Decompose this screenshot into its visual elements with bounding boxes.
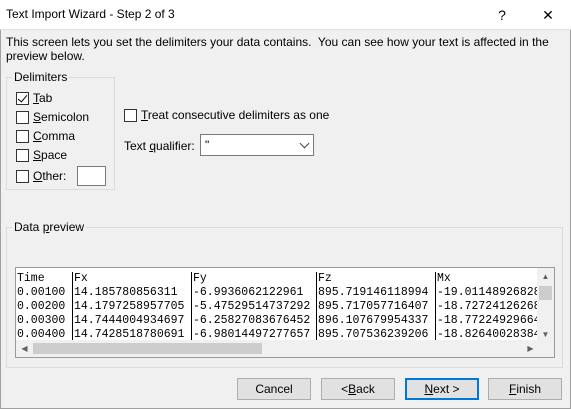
scroll-left-icon[interactable]: ◀ bbox=[16, 340, 33, 357]
preview-cell: 14.1797258957705 bbox=[72, 300, 191, 314]
preview-cell: -6.25827083676452 bbox=[191, 314, 316, 328]
space-checkbox-box[interactable] bbox=[16, 148, 29, 162]
comma-label: Comma bbox=[33, 129, 76, 143]
preview-column-header[interactable]: Time bbox=[16, 272, 72, 286]
preview-cell: 0.00200 bbox=[17, 300, 66, 313]
next-button[interactable]: Next > bbox=[405, 378, 479, 400]
preview-cell: 0.00100 bbox=[17, 286, 66, 299]
preview-cell: -18.72724126268 bbox=[435, 300, 545, 314]
preview-cell: -19.01148926828 bbox=[435, 286, 545, 300]
semicolon-checkbox[interactable]: Semicolon bbox=[16, 110, 89, 124]
space-label: Space bbox=[33, 148, 68, 162]
tab-checkbox-box[interactable] bbox=[16, 91, 29, 105]
preview-cell: 14.7444004934697 bbox=[72, 314, 191, 328]
preview-cell: 895.719146118994 bbox=[316, 286, 435, 300]
preview-cell: 14.185780856311 bbox=[72, 286, 191, 300]
text-qualifier-select[interactable]: " bbox=[200, 134, 314, 156]
text-qualifier-value: " bbox=[205, 138, 210, 152]
cancel-button[interactable]: Cancel bbox=[237, 378, 311, 400]
help-button[interactable]: ? bbox=[479, 0, 525, 30]
window-title: Text Import Wizard - Step 2 of 3 bbox=[6, 7, 175, 21]
back-button[interactable]: < Back bbox=[321, 378, 395, 400]
title-bar: Text Import Wizard - Step 2 of 3 ? ✕ bbox=[0, 0, 571, 30]
vertical-scrollbar[interactable]: ▲ ▼ bbox=[537, 268, 554, 343]
finish-button[interactable]: Finish bbox=[488, 378, 562, 400]
preview-cell: 895.717057716407 bbox=[316, 300, 435, 314]
tab-checkbox[interactable]: Tab bbox=[16, 91, 52, 105]
intro-text: This screen lets you set the delimiters … bbox=[6, 35, 553, 63]
tab-label: Tab bbox=[33, 91, 53, 105]
horizontal-scrollbar[interactable]: ◀ ▶ bbox=[16, 340, 554, 357]
scroll-up-icon[interactable]: ▲ bbox=[537, 268, 554, 285]
semicolon-label: Semicolon bbox=[33, 110, 90, 124]
close-button[interactable]: ✕ bbox=[525, 0, 571, 30]
comma-checkbox-box[interactable] bbox=[16, 129, 29, 143]
text-qualifier-label: Text qualifier: bbox=[124, 139, 195, 153]
data-preview-pane[interactable]: Time Fx Fy Fz Mx 0.00100 14.185780856311 -6.993… bbox=[15, 267, 555, 358]
other-label: Other: bbox=[33, 169, 67, 183]
chevron-down-icon[interactable] bbox=[296, 135, 313, 155]
data-preview-legend: Data preview bbox=[12, 220, 87, 234]
space-checkbox[interactable]: Space bbox=[16, 148, 67, 162]
preview-cell: -18.77224929664 bbox=[435, 314, 545, 328]
scrollbar-corner bbox=[539, 340, 554, 357]
consecutive-delimiters-label: Treat consecutive delimiters as one bbox=[141, 108, 330, 122]
comma-checkbox[interactable]: Comma bbox=[16, 129, 75, 143]
preview-cell: 896.107679954337 bbox=[316, 314, 435, 328]
horizontal-scroll-thumb[interactable] bbox=[33, 343, 262, 354]
preview-column-header[interactable]: Mx bbox=[435, 272, 545, 286]
other-checkbox-box[interactable] bbox=[16, 169, 29, 183]
preview-cell: 0.00300 bbox=[17, 314, 66, 327]
preview-column-header[interactable]: Fy bbox=[191, 272, 316, 286]
semicolon-checkbox-box[interactable] bbox=[16, 110, 29, 124]
consecutive-delimiters-box[interactable] bbox=[124, 108, 137, 122]
other-delimiter-input[interactable] bbox=[77, 166, 106, 186]
preview-cell: -6.9936062122961 bbox=[191, 286, 316, 300]
vertical-scroll-thumb[interactable] bbox=[539, 286, 552, 300]
preview-column-header[interactable]: Fx bbox=[72, 272, 191, 286]
preview-cell: -5.47529514737292 bbox=[191, 300, 316, 314]
other-checkbox[interactable]: Other: bbox=[16, 169, 66, 183]
consecutive-delimiters-checkbox[interactable]: Treat consecutive delimiters as one bbox=[124, 108, 329, 122]
delimiters-legend: Delimiters bbox=[12, 70, 70, 84]
scroll-right-icon[interactable]: ▶ bbox=[522, 340, 539, 357]
preview-column-header[interactable]: Fz bbox=[316, 272, 435, 286]
